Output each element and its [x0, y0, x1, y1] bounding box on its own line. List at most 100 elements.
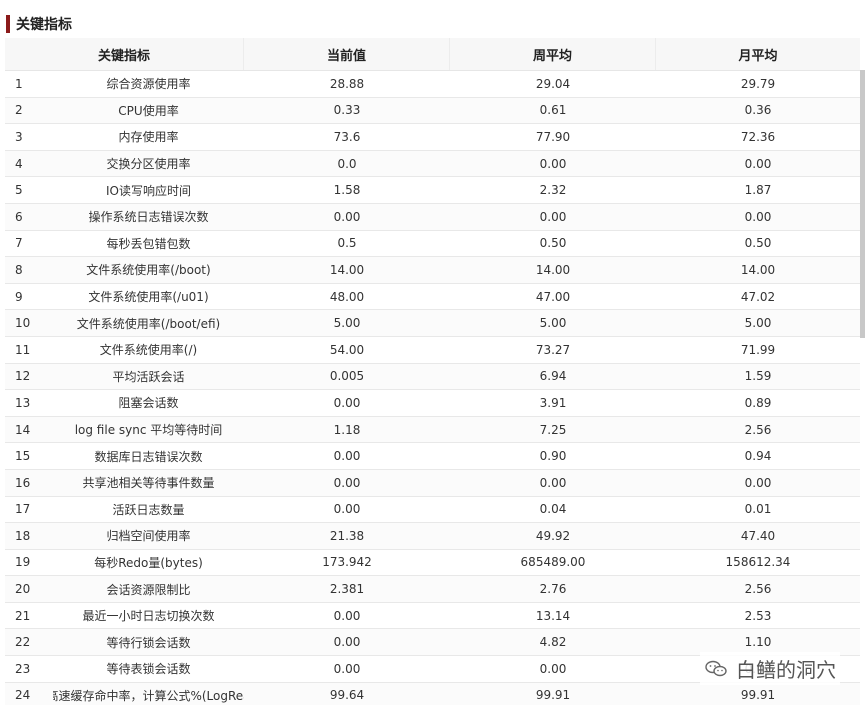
row-week-average: 0.90: [539, 449, 567, 464]
row-metric-name: 归档空间使用率: [106, 529, 191, 544]
row-metric-name: 文件系统使用率(/boot/efi): [76, 316, 221, 331]
table-row[interactable]: 13 阻塞会话数 0.00 3.91 0.89: [5, 390, 860, 417]
row-metric-name: 综合资源使用率: [106, 77, 191, 92]
table-header: 关键指标 当前值 周平均 月平均: [5, 38, 860, 71]
row-index: 16: [15, 475, 31, 490]
row-month-average: 47.02: [740, 289, 776, 304]
row-month-average: 0.89: [744, 395, 772, 410]
row-index: 10: [15, 316, 31, 331]
row-month-average: 2.56: [744, 582, 772, 597]
row-week-average: 4.82: [539, 635, 567, 650]
row-week-average: 47.00: [535, 289, 571, 304]
row-index: 8: [15, 262, 23, 277]
row-index: 4: [15, 156, 23, 171]
table-row[interactable]: 17 活跃日志数量 0.00 0.04 0.01: [5, 497, 860, 524]
row-week-average: 29.04: [535, 76, 571, 91]
row-index: 14: [15, 422, 31, 437]
row-current-value: 14.00: [329, 262, 365, 277]
row-metric-name: 最近一小时日志切换次数: [82, 609, 215, 624]
row-index: 1: [15, 76, 23, 91]
row-current-value: 99.64: [329, 688, 365, 703]
row-index: 17: [15, 502, 31, 517]
row-metric-name: 阻塞会话数: [118, 396, 179, 411]
row-current-value: 0.33: [333, 103, 361, 118]
table-row[interactable]: 15 数据库日志错误次数 0.00 0.90 0.94: [5, 443, 860, 470]
table-row[interactable]: 16 共享池相关等待事件数量 0.00 0.00 0.00: [5, 469, 860, 497]
row-month-average: 158612.34: [725, 555, 791, 570]
row-metric-name: 高速缓存命中率，计算公式%(LogRea: [53, 688, 244, 703]
table-row[interactable]: 21 最近一小时日志切换次数 0.00 13.14 2.53: [5, 603, 860, 630]
row-current-value: 0.0: [337, 156, 357, 171]
row-index: 11: [15, 342, 31, 357]
table-row[interactable]: 5 IO读写响应时间 1.58 2.32 1.87: [5, 177, 860, 204]
header-week[interactable]: 周平均: [450, 38, 656, 70]
row-month-average: 0.50: [744, 236, 772, 251]
row-metric-name: 交换分区使用率: [106, 157, 191, 172]
header-name[interactable]: 关键指标: [5, 38, 244, 70]
row-week-average: 2.32: [539, 183, 567, 198]
metrics-table: 关键指标 当前值 周平均 月平均 1 综合资源使用率 28.88 29.04 29.79…: [5, 38, 860, 705]
row-current-value: 54.00: [329, 342, 365, 357]
row-index: 15: [15, 449, 31, 464]
table-row[interactable]: 2 CPU使用率 0.33 0.61 0.36: [5, 97, 860, 125]
table-row[interactable]: 11 文件系统使用率(/) 54.00 73.27 71.99: [5, 337, 860, 364]
table-row[interactable]: 10 文件系统使用率(/boot/efi) 5.00 5.00 5.00: [5, 310, 860, 337]
row-current-value: 1.58: [333, 183, 361, 198]
row-month-average: 47.40: [740, 528, 776, 543]
table-row[interactable]: 12 平均活跃会话 0.005 6.94 1.59: [5, 363, 860, 391]
table-row[interactable]: 24 高速缓存命中率，计算公式%(LogRea 99.64 99.91 99.91: [5, 682, 860, 705]
row-current-value: 0.00: [333, 635, 361, 650]
table-row[interactable]: 20 会话资源限制比 2.381 2.76 2.56: [5, 576, 860, 603]
row-index: 24: [15, 688, 31, 703]
table-row[interactable]: 18 归档空间使用率 21.38 49.92 47.40: [5, 523, 860, 550]
table-row[interactable]: 3 内存使用率 73.6 77.90 72.36: [5, 124, 860, 151]
table-row[interactable]: 8 文件系统使用率(/boot) 14.00 14.00 14.00: [5, 257, 860, 284]
row-month-average: 5.00: [744, 316, 772, 331]
row-week-average: 0.61: [539, 103, 567, 118]
row-week-average: 73.27: [535, 342, 571, 357]
row-week-average: 6.94: [539, 369, 567, 384]
table-body: 1 综合资源使用率 28.88 29.04 29.79 2 CPU使用率 0.33 0.61 0.…: [5, 71, 860, 705]
watermark: 白鳝的洞穴: [700, 652, 840, 685]
row-week-average: 99.91: [535, 688, 571, 703]
table-row[interactable]: 9 文件系统使用率(/u01) 48.00 47.00 47.02: [5, 284, 860, 311]
row-metric-name: 平均活跃会话: [112, 369, 185, 384]
row-current-value: 48.00: [329, 289, 365, 304]
row-metric-name: 文件系统使用率(/u01): [88, 290, 209, 305]
row-current-value: 28.88: [329, 76, 365, 91]
table-row[interactable]: 6 操作系统日志错误次数 0.00 0.00 0.00: [5, 203, 860, 231]
table-row[interactable]: 14 log file sync 平均等待时间 1.18 7.25 2.56: [5, 416, 860, 444]
header-current[interactable]: 当前值: [244, 38, 450, 70]
row-metric-name: 每秒Redo量(bytes): [94, 555, 203, 570]
row-month-average: 0.00: [744, 209, 772, 224]
row-week-average: 0.04: [539, 502, 567, 517]
row-index: 5: [15, 183, 23, 198]
row-month-average: 0.36: [744, 103, 772, 118]
row-month-average: 29.79: [740, 76, 776, 91]
row-month-average: 0.94: [744, 449, 772, 464]
row-current-value: 0.00: [333, 608, 361, 623]
row-week-average: 13.14: [535, 608, 571, 623]
vertical-scrollbar[interactable]: [860, 70, 865, 338]
wechat-icon: [705, 660, 727, 676]
row-week-average: 3.91: [539, 395, 567, 410]
row-metric-name: 共享池相关等待事件数量: [82, 476, 215, 491]
table-row[interactable]: 4 交换分区使用率 0.0 0.00 0.00: [5, 150, 860, 178]
table-row[interactable]: 19 每秒Redo量(bytes) 173.942 685489.00 158612.3…: [5, 550, 860, 577]
table-row[interactable]: 7 每秒丢包错包数 0.5 0.50 0.50: [5, 231, 860, 258]
row-current-value: 5.00: [333, 316, 361, 331]
row-week-average: 0.00: [539, 475, 567, 490]
row-index: 19: [15, 555, 31, 570]
row-current-value: 0.00: [333, 661, 361, 676]
header-month[interactable]: 月平均: [656, 38, 860, 70]
row-current-value: 0.00: [333, 449, 361, 464]
section-accent-bar: [6, 15, 10, 33]
row-current-value: 0.005: [329, 369, 365, 384]
row-current-value: 1.18: [333, 422, 361, 437]
row-metric-name: 等待行锁会话数: [106, 635, 191, 650]
row-current-value: 0.5: [337, 236, 357, 251]
row-month-average: 71.99: [740, 342, 776, 357]
row-index: 12: [15, 369, 31, 384]
table-row[interactable]: 1 综合资源使用率 28.88 29.04 29.79: [5, 71, 860, 98]
row-month-average: 0.01: [744, 502, 772, 517]
